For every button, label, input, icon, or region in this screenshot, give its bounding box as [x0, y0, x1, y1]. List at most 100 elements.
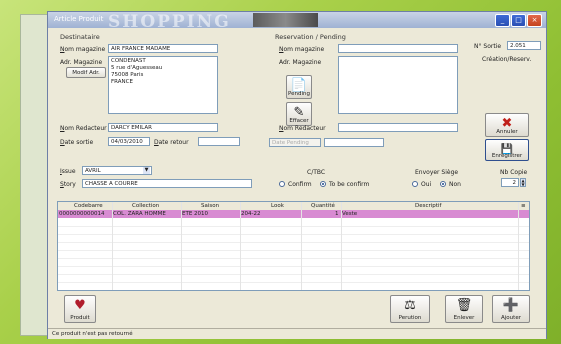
column-picker-icon[interactable]: ≡: [521, 203, 526, 209]
nom-magazine-field[interactable]: AIR FRANCE MADAME: [108, 44, 218, 53]
res-adresse-textarea[interactable]: [338, 56, 458, 114]
oui-radio[interactable]: [412, 181, 418, 187]
nb-copie-label: Nb Copie: [500, 169, 528, 176]
non-radio[interactable]: [440, 181, 446, 187]
window-title: Article Produit: [54, 15, 104, 23]
grid-line: [58, 282, 529, 283]
grid-column-divider: [301, 202, 302, 290]
enlever-label: Enlever: [453, 315, 475, 321]
annuler-label: Annuler: [496, 129, 518, 135]
confirm-radio[interactable]: [279, 181, 285, 187]
date-pending-value-field[interactable]: [324, 138, 384, 147]
address-line: FRANCE: [111, 79, 133, 85]
grid-column-divider: [518, 202, 519, 290]
scale-icon: ⚖: [404, 298, 416, 313]
res-nom-redacteur-field[interactable]: [338, 123, 458, 132]
grid-line: [58, 274, 529, 275]
res-nom-magazine-field[interactable]: [338, 44, 458, 53]
grid-column-divider: [341, 202, 342, 290]
status-bar: Ce produit n'est pas retourné: [48, 328, 546, 339]
ctbc-label: C/TBC: [307, 169, 326, 176]
address-line: 5 rue d'Aguesseau: [111, 65, 163, 71]
nb-copie-field[interactable]: 2: [501, 178, 519, 187]
pending-label: Pending: [288, 91, 310, 97]
cell-quantite: 1: [335, 211, 339, 217]
trash-icon: 🗑: [455, 298, 473, 313]
story-field[interactable]: CHASSE A COURRE: [82, 179, 252, 188]
header-quantite: Quantité: [311, 203, 335, 209]
cell-codebarre: 0000000000014: [59, 211, 105, 217]
title-ghost-text: SHOPPING: [108, 12, 231, 32]
product-grid[interactable]: Codebarre Collection Saison Look Quantit…: [57, 201, 530, 291]
enregistrer-button[interactable]: 💾 Enregistrer: [485, 139, 529, 161]
res-adr-magazine-label: Adr. Magazine: [279, 59, 322, 66]
minimize-button[interactable]: _: [495, 14, 510, 27]
clothing-icon: ♥: [74, 298, 86, 313]
close-button[interactable]: ×: [527, 14, 542, 27]
address-line: CONDENAST: [111, 58, 146, 64]
produit-button[interactable]: ♥ Produit: [64, 295, 96, 323]
enregistrer-label: Enregistrer: [491, 153, 523, 159]
reservation-section-label: Reservation / Pending: [275, 33, 346, 41]
effacer-label: Effacer: [289, 118, 309, 124]
nb-copie-stepper[interactable]: ▲ ▼: [520, 178, 526, 187]
header-collection: Collection: [132, 203, 160, 209]
issue-select[interactable]: AVRIL ▼: [82, 166, 152, 175]
date-retour-field[interactable]: [198, 137, 240, 146]
grid-line: [58, 226, 529, 227]
envoyer-siege-label: Envoyer Siège: [415, 169, 459, 176]
creation-reserv-label: Création/Reserv.: [482, 56, 532, 63]
grid-line: [58, 234, 529, 235]
grid-column-divider: [112, 202, 113, 290]
effacer-button[interactable]: ✎ Effacer: [286, 102, 312, 126]
issue-select-value: AVRIL: [85, 168, 101, 174]
annuler-button[interactable]: ✖ Annuler: [485, 113, 529, 137]
cell-descriptif: Veste: [342, 211, 358, 217]
pending-button[interactable]: 📄 Pending: [286, 75, 312, 99]
to-be-confirm-label: To be confirm: [329, 181, 370, 188]
ajouter-button[interactable]: ➕ Ajouter: [492, 295, 530, 323]
title-banner-image: [253, 13, 318, 27]
res-nom-redacteur-label: Nom Redacteur: [279, 125, 326, 132]
destinataire-section-label: Destinataire: [60, 33, 100, 41]
grid-line: [58, 258, 529, 259]
header-look: Look: [271, 203, 284, 209]
status-text: Ce produit n'est pas retourné: [52, 331, 133, 337]
maximize-button[interactable]: □: [511, 14, 526, 27]
perution-label: Perution: [398, 315, 422, 321]
date-sortie-field[interactable]: 04/03/2010: [108, 137, 150, 146]
grid-column-divider: [240, 202, 241, 290]
perution-button[interactable]: ⚖ Perution: [390, 295, 430, 323]
produit-label: Produit: [70, 315, 90, 321]
adresse-textarea[interactable]: CONDENAST 5 rue d'Aguesseau 75008 Paris …: [108, 56, 218, 114]
nom-redacteur-label: Nom Redacteur: [60, 125, 107, 132]
no-sortie-label: N° Sortie: [474, 43, 502, 50]
date-pending-field[interactable]: Date Pending: [269, 138, 321, 147]
res-nom-magazine-label: Nom magazine: [279, 46, 325, 53]
address-line: 75008 Paris: [111, 72, 144, 78]
table-row[interactable]: 0000000000014 COL. ZARA HOMME ETE 2010 2…: [58, 210, 529, 218]
title-bar[interactable]: SHOPPING Article Produit _ □ ×: [48, 12, 546, 32]
modif-adr-button[interactable]: Modif Adr.: [66, 67, 106, 78]
adr-magazine-label: Adr. Magazine: [60, 59, 103, 66]
nom-redacteur-field[interactable]: DARCY EMILAR: [108, 123, 218, 132]
grid-column-divider: [181, 202, 182, 290]
to-be-confirm-radio[interactable]: [320, 181, 326, 187]
no-sortie-field[interactable]: 2.051: [507, 41, 541, 50]
add-item-icon: ➕: [502, 298, 520, 313]
grid-line: [58, 250, 529, 251]
cell-collection: COL. ZARA HOMME: [113, 211, 166, 217]
date-retour-label: Date retour: [154, 139, 189, 146]
nom-magazine-label: Nom magazine: [60, 46, 106, 53]
issue-label: Issue: [60, 168, 76, 175]
confirm-label: Confirm: [288, 181, 312, 188]
header-codebarre: Codebarre: [74, 203, 103, 209]
enlever-button[interactable]: 🗑 Enlever: [445, 295, 483, 323]
article-window: SHOPPING Article Produit _ □ × Destinata…: [47, 11, 547, 339]
grid-line: [58, 266, 529, 267]
header-descriptif: Descriptif: [415, 203, 442, 209]
oui-label: Oui: [421, 181, 432, 188]
story-label: Story: [60, 181, 76, 188]
header-saison: Saison: [201, 203, 220, 209]
cell-saison: ETE 2010: [182, 211, 209, 217]
